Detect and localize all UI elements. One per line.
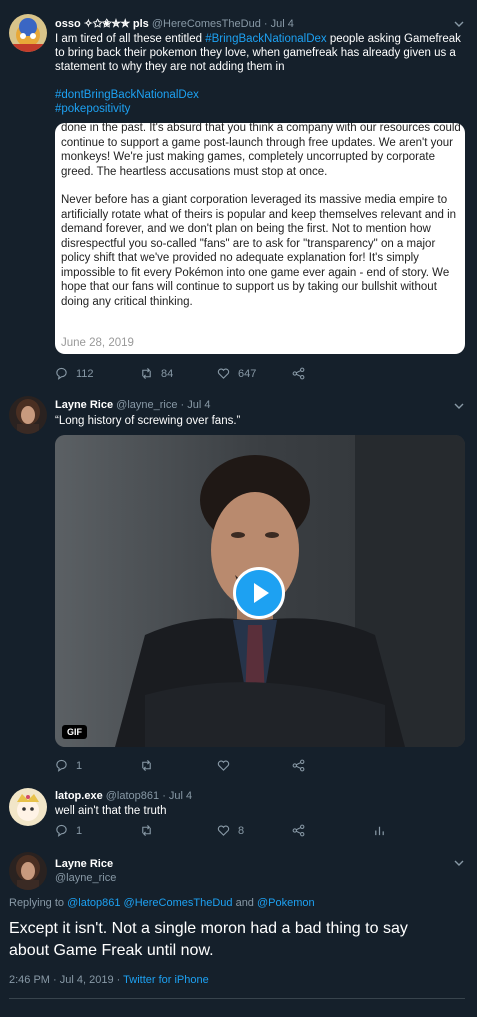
tweet-layne-gif[interactable]: Layne Rice @layne_rice · Jul 4 “Long his… — [0, 390, 477, 782]
reply-count: 1 — [76, 759, 83, 772]
retweet-count: 84 — [161, 367, 174, 380]
chevron-down-icon[interactable] — [453, 19, 465, 29]
reply-button[interactable]: 1 — [55, 824, 82, 837]
reply-mention-link[interactable]: @latop861 @HereComesTheDud — [67, 897, 232, 909]
tweet-date[interactable]: Jul 4 — [187, 399, 210, 411]
like-button[interactable]: 647 — [217, 367, 256, 380]
heart-icon — [217, 760, 230, 771]
main-tweet: Layne Rice @layne_rice Replying to @lato… — [0, 842, 477, 1017]
reply-button[interactable]: 1 — [55, 759, 82, 772]
share-icon — [292, 759, 305, 772]
hashtag-link[interactable]: #pokepositivity — [55, 102, 467, 116]
play-icon — [254, 583, 269, 603]
share-button[interactable] — [292, 759, 305, 772]
like-button[interactable] — [217, 759, 238, 772]
client-link[interactable]: Twitter for iPhone — [123, 974, 209, 986]
handle[interactable]: @layne_rice — [55, 871, 116, 885]
like-count: 8 — [238, 824, 245, 837]
divider — [9, 998, 465, 999]
retweet-button[interactable]: 84 — [140, 367, 173, 380]
display-name[interactable]: osso ✧✩✬✮✯ pls — [55, 18, 149, 30]
gif-badge: GIF — [62, 725, 87, 739]
replying-to: Replying to @latop861 @HereComesTheDud a… — [9, 897, 315, 909]
like-count: 647 — [238, 367, 257, 380]
retweet-icon — [142, 824, 151, 837]
statement-image[interactable]: done in the past. It's absurd that you t… — [55, 123, 465, 354]
tweet-text: “Long history of screwing over fans.” — [55, 415, 241, 427]
tweet-date[interactable]: Jul 4 — [271, 18, 294, 30]
reply-icon — [56, 759, 67, 772]
share-button[interactable] — [292, 824, 305, 837]
tweet-text: I am tired of all these entitled #BringB… — [55, 33, 461, 73]
reply-count: 112 — [76, 367, 94, 380]
statement-date: June 28, 2019 — [61, 337, 134, 349]
statement-paragraph: done in the past. It's absurd that you t… — [61, 123, 461, 178]
retweet-icon — [142, 367, 151, 380]
reply-button[interactable]: 112 — [55, 367, 94, 380]
avatar[interactable] — [9, 852, 47, 890]
display-name[interactable]: Layne Rice — [55, 857, 116, 871]
hashtag-link[interactable]: #dontBringBackNationalDex — [55, 88, 467, 102]
analytics-button[interactable] — [373, 824, 386, 837]
chevron-down-icon[interactable] — [453, 401, 465, 411]
handle[interactable]: @layne_rice — [116, 399, 177, 411]
reply-count: 1 — [76, 824, 83, 837]
analytics-icon — [375, 826, 384, 836]
tweet-text: well ain't that the truth — [55, 805, 167, 817]
tweet-latop[interactable]: latop.exe @latop861 · Jul 4 well ain't t… — [0, 782, 477, 842]
retweet-icon — [142, 759, 151, 772]
chevron-down-icon[interactable] — [453, 858, 465, 868]
heart-icon — [217, 825, 230, 836]
reply-icon — [56, 824, 67, 837]
retweet-button[interactable] — [140, 759, 161, 772]
like-button[interactable]: 8 — [217, 824, 244, 837]
play-button[interactable] — [233, 567, 285, 619]
display-name[interactable]: latop.exe — [55, 790, 103, 802]
display-name[interactable]: Layne Rice — [55, 399, 113, 411]
heart-icon — [217, 368, 230, 379]
reply-icon — [56, 367, 67, 380]
avatar[interactable] — [9, 788, 47, 826]
retweet-button[interactable] — [140, 824, 161, 837]
handle[interactable]: @HereComesTheDud — [152, 18, 261, 30]
statement-paragraph: Never before has a giant corporation lev… — [61, 194, 457, 308]
avatar[interactable] — [9, 14, 47, 52]
tweet-date[interactable]: Jul 4 — [169, 790, 192, 802]
reply-mention-link[interactable]: @Pokemon — [257, 897, 315, 909]
hashtag-link[interactable]: #BringBackNationalDex — [205, 33, 326, 45]
tweet-osso[interactable]: osso ✧✩✬✮✯ pls @HereComesTheDud · Jul 4 … — [0, 0, 477, 390]
main-tweet-text: Except it isn't. Not a single moron had … — [9, 920, 408, 959]
share-icon — [292, 824, 305, 837]
share-icon — [292, 367, 305, 380]
avatar[interactable] — [9, 396, 47, 434]
handle[interactable]: @latop861 — [106, 790, 159, 802]
tweet-timestamp: 2:46 PM · Jul 4, 2019 · Twitter for iPho… — [9, 974, 209, 986]
share-button[interactable] — [292, 367, 305, 380]
gif-media[interactable]: GIF — [55, 435, 465, 747]
